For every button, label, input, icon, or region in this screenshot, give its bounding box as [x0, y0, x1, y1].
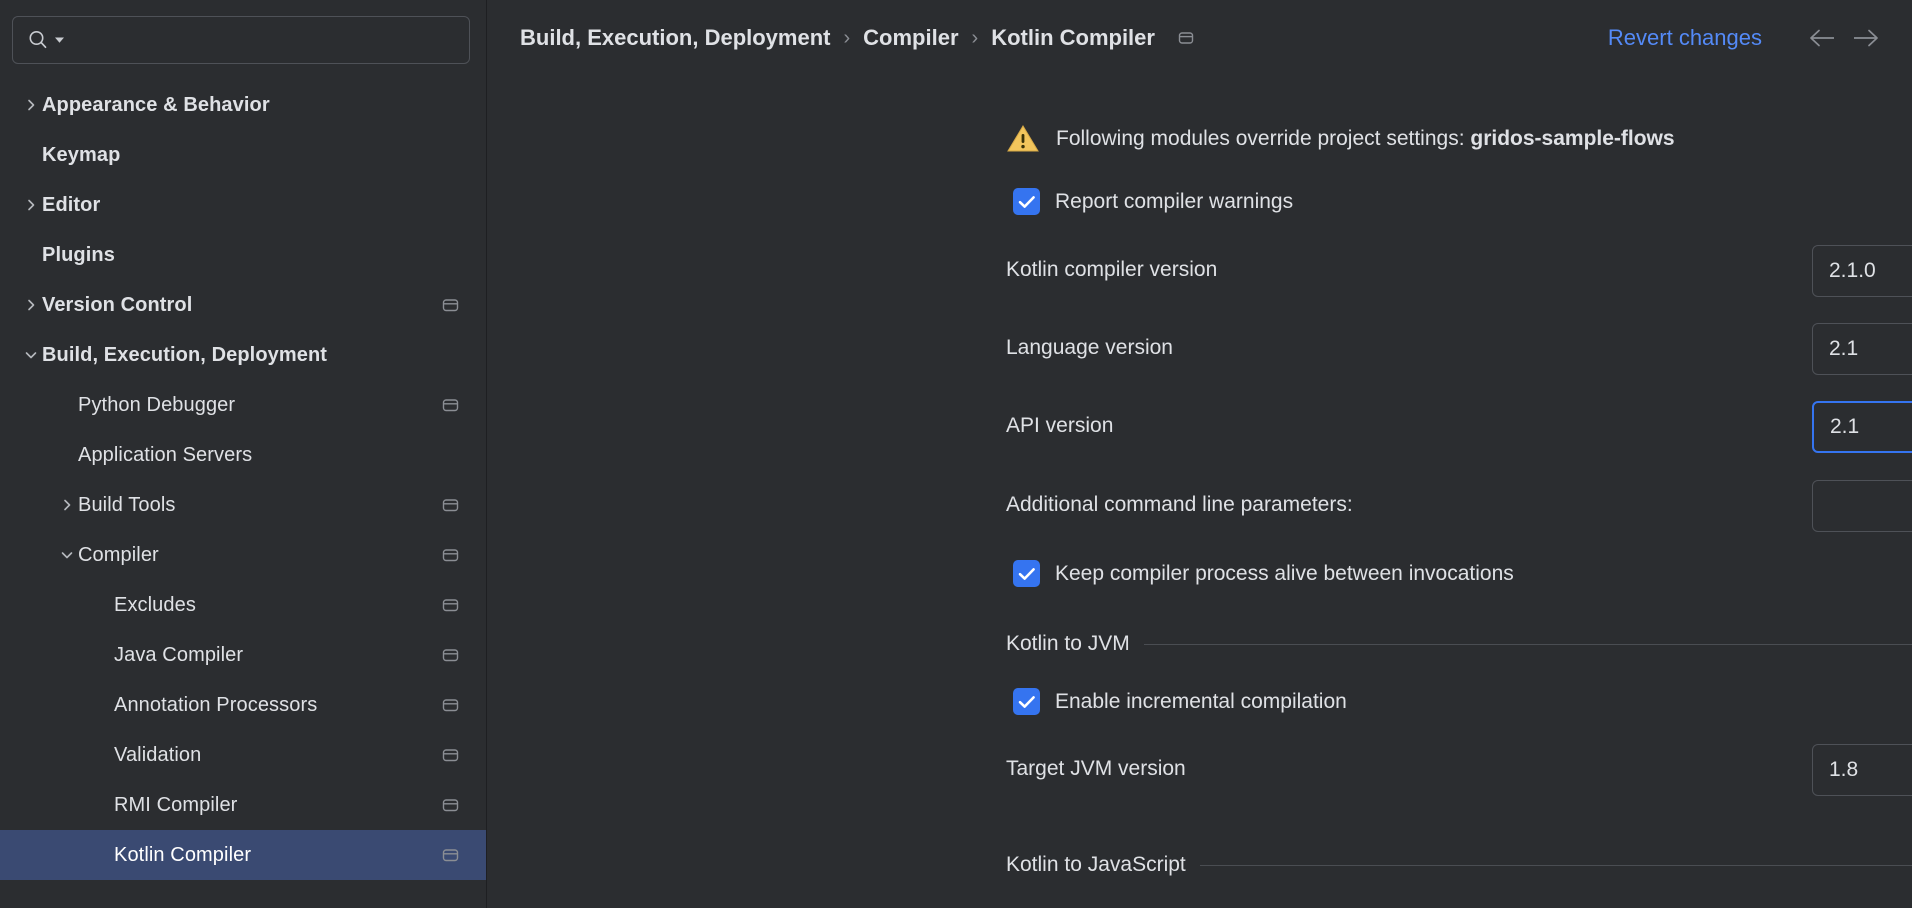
- search-icon: [27, 29, 49, 51]
- keep-compiler-alive-checkbox[interactable]: [1013, 560, 1040, 587]
- module-scope-icon[interactable]: [1177, 29, 1195, 47]
- report-compiler-warnings-row[interactable]: Report compiler warnings: [1013, 188, 1293, 215]
- sidebar-item-label: Kotlin Compiler: [114, 844, 251, 867]
- api-version-label: API version: [1006, 414, 1113, 438]
- enable-incremental-compilation-label: Enable incremental compilation: [1055, 690, 1347, 714]
- api-version-input[interactable]: [1812, 401, 1912, 453]
- report-compiler-warnings-label: Report compiler warnings: [1055, 190, 1293, 214]
- module-scope-icon[interactable]: [441, 496, 460, 515]
- section-divider: [1200, 865, 1912, 866]
- sidebar-item-label: Build Tools: [78, 494, 175, 517]
- additional-params-label: Additional command line parameters:: [1006, 493, 1353, 517]
- sidebar-item-label: Editor: [42, 194, 100, 217]
- warning-text: Following modules override project setti…: [1056, 127, 1675, 151]
- warning-text-prefix: Following modules override project setti…: [1056, 127, 1470, 150]
- warning-triangle-icon: [1006, 122, 1040, 156]
- report-compiler-warnings-checkbox[interactable]: [1013, 188, 1040, 215]
- sidebar-item-label: Python Debugger: [78, 394, 235, 417]
- arrow-left-icon[interactable]: [1802, 17, 1844, 59]
- breadcrumb-separator-0: ›: [830, 27, 863, 50]
- sidebar-item-label: Build, Execution, Deployment: [42, 344, 327, 367]
- sidebar-item-version-control[interactable]: Version Control: [0, 280, 486, 330]
- sidebar-item-validation[interactable]: Validation: [0, 730, 486, 780]
- sidebar-item-label: Validation: [114, 744, 201, 767]
- sidebar-item-label: Annotation Processors: [114, 694, 317, 717]
- sidebar-item-excludes[interactable]: Excludes: [0, 580, 486, 630]
- section-divider: [1144, 644, 1912, 645]
- target-jvm-version-label: Target JVM version: [1006, 757, 1186, 781]
- sidebar-item-editor[interactable]: Editor: [0, 180, 486, 230]
- module-override-warning: Following modules override project setti…: [1006, 122, 1675, 156]
- chevron-down-icon[interactable]: [20, 348, 42, 362]
- sidebar-item-label: Compiler: [78, 544, 159, 567]
- kotlin-compiler-version-label: Kotlin compiler version: [1006, 258, 1217, 282]
- sidebar-item-build-execution-deployment[interactable]: Build, Execution, Deployment: [0, 330, 486, 380]
- module-scope-icon[interactable]: [441, 846, 460, 865]
- settings-main-panel: Build, Execution, Deployment › Compiler …: [487, 0, 1912, 908]
- breadcrumb: Build, Execution, Deployment › Compiler …: [520, 25, 1608, 51]
- sidebar-item-annotation-processors[interactable]: Annotation Processors: [0, 680, 486, 730]
- sidebar-item-label: Plugins: [42, 244, 115, 267]
- sidebar-search-area: [0, 0, 486, 64]
- sidebar-item-label: Appearance & Behavior: [42, 94, 270, 117]
- breadcrumb-item-0[interactable]: Build, Execution, Deployment: [520, 25, 830, 51]
- keep-compiler-alive-row[interactable]: Keep compiler process alive between invo…: [1013, 560, 1514, 587]
- sidebar-item-application-servers[interactable]: Application Servers: [0, 430, 486, 480]
- chevron-down-icon[interactable]: [56, 548, 78, 562]
- breadcrumb-separator-1: ›: [959, 27, 992, 50]
- module-scope-icon[interactable]: [441, 696, 460, 715]
- module-scope-icon[interactable]: [441, 796, 460, 815]
- chevron-right-icon[interactable]: [56, 498, 78, 512]
- section-kotlin-to-javascript: Kotlin to JavaScript: [1006, 853, 1912, 877]
- breadcrumb-item-2: Kotlin Compiler: [991, 25, 1155, 51]
- sidebar-item-keymap[interactable]: Keymap: [0, 130, 486, 180]
- sidebar-item-label: Application Servers: [78, 444, 252, 467]
- enable-incremental-compilation-checkbox[interactable]: [1013, 688, 1040, 715]
- sidebar-item-python-debugger[interactable]: Python Debugger: [0, 380, 486, 430]
- chevron-right-icon[interactable]: [20, 298, 42, 312]
- sidebar-item-plugins[interactable]: Plugins: [0, 230, 486, 280]
- module-scope-icon[interactable]: [441, 596, 460, 615]
- sidebar-item-rmi-compiler[interactable]: RMI Compiler: [0, 780, 486, 830]
- settings-dialog: Appearance & Behavior Keymap Editor Plugins…: [0, 0, 1912, 908]
- caret-down-icon[interactable]: [55, 36, 65, 44]
- additional-params-input[interactable]: [1812, 480, 1912, 532]
- sidebar-item-label: Keymap: [42, 144, 120, 167]
- sidebar-item-label: Java Compiler: [114, 644, 243, 667]
- section-kotlin-to-jvm-title: Kotlin to JVM: [1006, 632, 1130, 656]
- module-scope-icon[interactable]: [441, 646, 460, 665]
- sidebar-item-build-tools[interactable]: Build Tools: [0, 480, 486, 530]
- settings-sidebar: Appearance & Behavior Keymap Editor Plugins…: [0, 0, 487, 908]
- breadcrumb-item-1[interactable]: Compiler: [863, 25, 958, 51]
- arrow-right-icon[interactable]: [1844, 17, 1886, 59]
- module-scope-icon[interactable]: [441, 746, 460, 765]
- chevron-right-icon[interactable]: [20, 198, 42, 212]
- sidebar-item-appearance-behavior[interactable]: Appearance & Behavior: [0, 80, 486, 130]
- settings-tree: Appearance & Behavior Keymap Editor Plugins…: [0, 80, 486, 880]
- language-version-label: Language version: [1006, 336, 1173, 360]
- module-scope-icon[interactable]: [441, 546, 460, 565]
- sidebar-item-label: Excludes: [114, 594, 196, 617]
- module-scope-icon[interactable]: [441, 296, 460, 315]
- sidebar-item-java-compiler[interactable]: Java Compiler: [0, 630, 486, 680]
- sidebar-item-label: RMI Compiler: [114, 794, 237, 817]
- revert-changes-link[interactable]: Revert changes: [1608, 25, 1762, 51]
- search-input[interactable]: [71, 30, 455, 50]
- keep-compiler-alive-label: Keep compiler process alive between invo…: [1055, 562, 1514, 586]
- warning-module-name: gridos-sample-flows: [1470, 127, 1674, 150]
- target-jvm-version-input[interactable]: [1812, 744, 1912, 796]
- enable-incremental-compilation-row[interactable]: Enable incremental compilation: [1013, 688, 1347, 715]
- main-header: Build, Execution, Deployment › Compiler …: [487, 0, 1912, 76]
- chevron-right-icon[interactable]: [20, 98, 42, 112]
- section-kotlin-to-javascript-title: Kotlin to JavaScript: [1006, 853, 1186, 877]
- language-version-input[interactable]: [1812, 323, 1912, 375]
- section-kotlin-to-jvm: Kotlin to JVM: [1006, 632, 1912, 656]
- module-scope-icon[interactable]: [441, 396, 460, 415]
- sidebar-item-compiler[interactable]: Compiler: [0, 530, 486, 580]
- sidebar-item-label: Version Control: [42, 294, 192, 317]
- kotlin-compiler-version-input[interactable]: [1812, 245, 1912, 297]
- search-box[interactable]: [12, 16, 470, 64]
- sidebar-item-kotlin-compiler[interactable]: Kotlin Compiler: [0, 830, 486, 880]
